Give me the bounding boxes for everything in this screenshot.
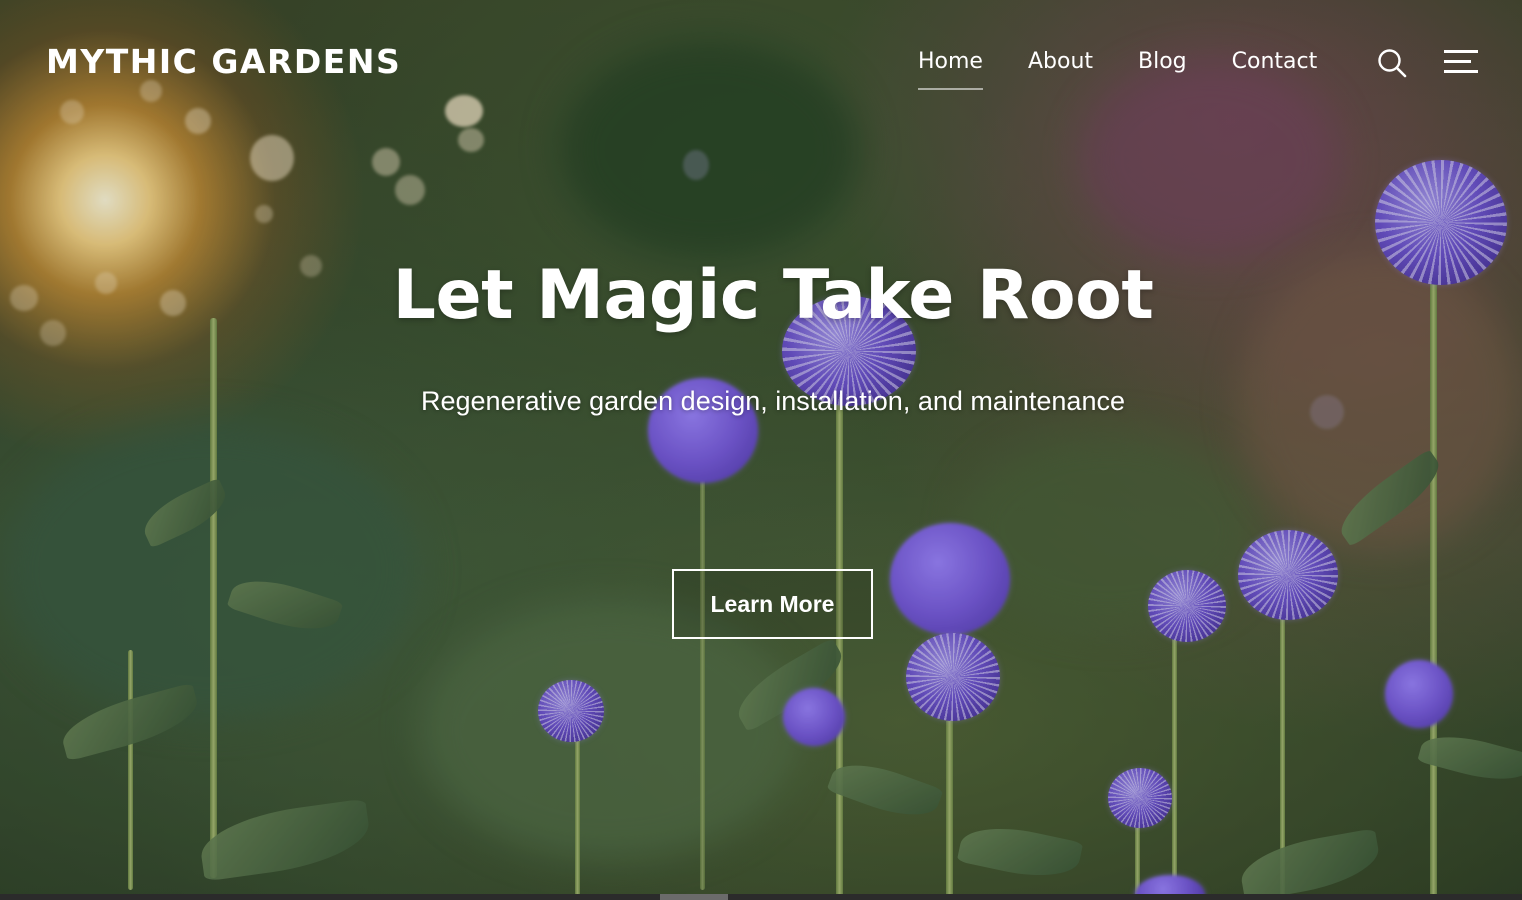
site-logo-title[interactable]: MYTHIC GARDENS xyxy=(46,42,401,81)
scrollbar-thumb[interactable] xyxy=(660,894,728,900)
nav-item-blog[interactable]: Blog xyxy=(1138,46,1187,90)
nav-item-about[interactable]: About xyxy=(1028,46,1093,90)
menu-icon xyxy=(1444,50,1478,73)
hero-section: MYTHIC GARDENS Home About Blog Contact L… xyxy=(0,0,1522,900)
hero-overlay xyxy=(0,0,1522,900)
search-button[interactable] xyxy=(1376,47,1408,79)
search-icon xyxy=(1378,49,1407,78)
hero-heading: Let Magic Take Root xyxy=(392,256,1154,335)
nav-item-contact[interactable]: Contact xyxy=(1232,46,1318,90)
main-nav: Home About Blog Contact xyxy=(918,46,1317,90)
learn-more-button[interactable]: Learn More xyxy=(672,569,873,639)
horizontal-scrollbar[interactable] xyxy=(0,894,1522,900)
menu-toggle-button[interactable] xyxy=(1442,48,1480,76)
hero-subheading: Regenerative garden design, installation… xyxy=(421,386,1125,416)
nav-item-home[interactable]: Home xyxy=(918,46,983,90)
